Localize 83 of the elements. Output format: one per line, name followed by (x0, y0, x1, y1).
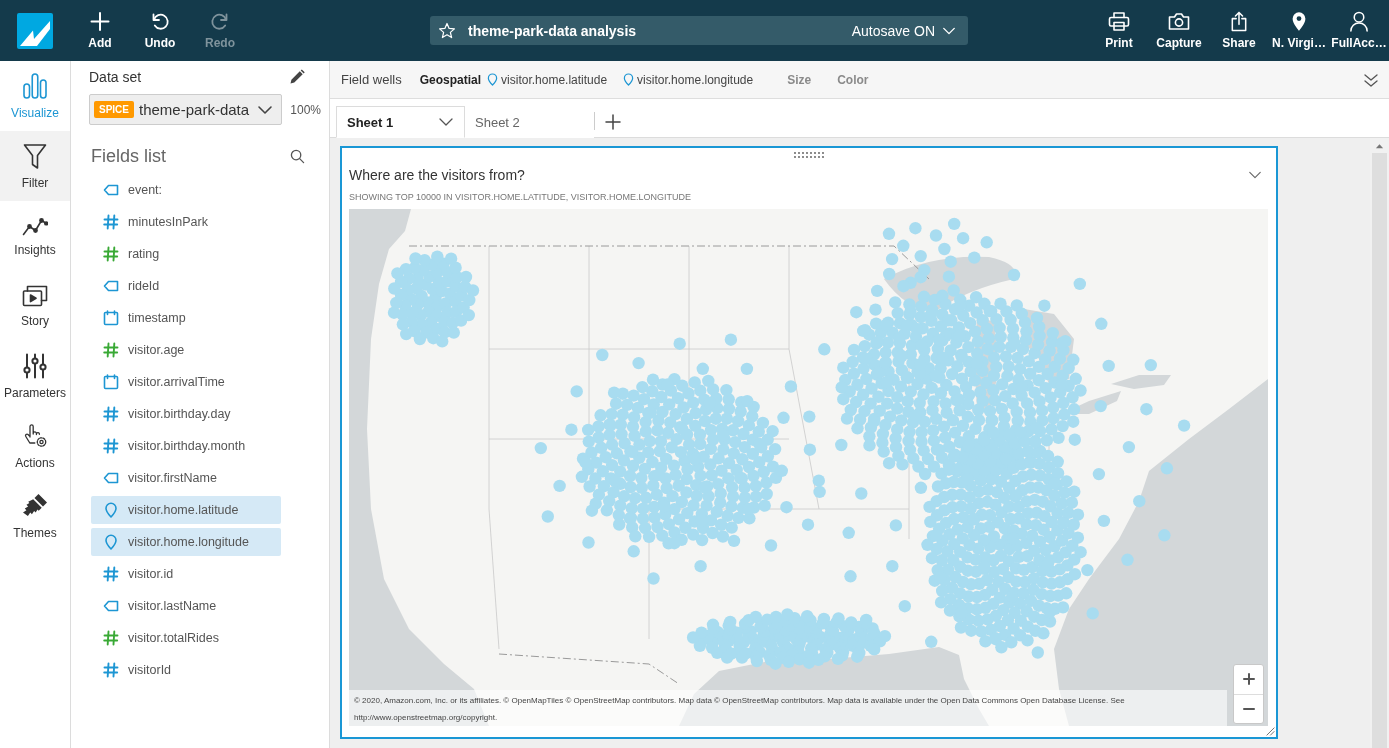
printer-icon (1108, 11, 1130, 32)
funnel-icon (23, 142, 47, 169)
toolbar-button[interactable]: Add (70, 0, 130, 61)
toolbar-button[interactable]: Share (1209, 0, 1269, 61)
location-pin-icon (103, 502, 119, 518)
toolbar-button[interactable]: Capture (1149, 0, 1209, 61)
paintbrush-icon (22, 492, 48, 519)
camera-icon (1168, 11, 1190, 32)
field-list-item[interactable]: visitor.id (91, 560, 281, 588)
tag-icon (103, 470, 119, 486)
drag-handle-icon[interactable] (793, 152, 824, 158)
field-list-item[interactable]: rideId (91, 272, 281, 300)
spice-usage: 100% (290, 102, 321, 117)
field-list-item[interactable]: visitor.home.latitude (91, 496, 281, 524)
field-list-item[interactable]: visitorId (91, 656, 281, 684)
line-graph-icon (22, 215, 48, 236)
field-list-item[interactable]: visitor.age (91, 336, 281, 364)
field-list-item[interactable]: visitor.totalRides (91, 624, 281, 652)
tag-icon (103, 278, 119, 294)
location-pin-icon (103, 534, 119, 550)
field-wells-label: Field wells (341, 72, 402, 87)
search-icon[interactable] (290, 148, 305, 164)
field-list-item[interactable]: minutesInPark (91, 208, 281, 236)
undo-icon (150, 11, 170, 32)
attribution-text: © 2020, Amazon.com, Inc. or its affiliates. © OpenMapTiles © OpenStreetMap contributors. Map data © OpenStreetMap contributors. Map data is available under the Open Data Commons Open Database License. See (354, 695, 1126, 707)
field-list-item[interactable]: visitor.arrivalTime (91, 368, 281, 396)
toolbar-button[interactable]: Undo (130, 0, 190, 61)
hash-icon (103, 566, 119, 582)
field-list-item[interactable]: visitor.birthday.month (91, 432, 281, 460)
field-list-item[interactable]: visitor.lastName (91, 592, 281, 620)
hash-icon (103, 342, 119, 358)
slides-play-icon (22, 284, 48, 307)
geospatial-well-label: Geospatial (419, 72, 482, 87)
field-list-item[interactable]: timestamp (91, 304, 281, 332)
toolbar-button[interactable]: Print (1089, 0, 1149, 61)
tag-icon (103, 598, 119, 614)
calendar-icon (103, 374, 119, 390)
bar-chart-icon (23, 72, 47, 99)
data-set-name: theme-park-data (139, 101, 250, 118)
person-icon (1349, 11, 1369, 32)
redo-icon (210, 11, 230, 32)
field-list-item[interactable]: visitor.home.longitude (91, 528, 281, 556)
hash-icon (103, 246, 119, 262)
autosave-dropdown[interactable]: Autosave ON (851, 22, 956, 39)
spice-badge: SPICE (94, 101, 134, 118)
visual-subtitle: SHOWING TOP 10000 IN VISITOR.HOME.LATITUDE, VISITOR.HOME.LONGITUDE (349, 191, 693, 203)
field-list-item[interactable]: visitor.birthday.day (91, 400, 281, 428)
fields-list-title: Fields list (91, 145, 166, 167)
well-field[interactable]: visitor.home.latitude (501, 72, 608, 87)
field-list-item[interactable]: rating (91, 240, 281, 268)
add-sheet-icon[interactable] (605, 114, 621, 130)
pencil-icon[interactable] (289, 69, 305, 85)
hash-icon (103, 214, 119, 230)
logo-icon (17, 12, 53, 49)
plus-icon (1242, 673, 1255, 686)
hash-icon (103, 630, 119, 646)
star-icon[interactable] (438, 21, 456, 40)
hand-gear-icon (22, 422, 48, 449)
copyright-link[interactable]: http://www.openstreetmap.org/copyright. (354, 709, 1222, 726)
toolbar-button[interactable]: FullAcc… (1329, 0, 1389, 61)
share-icon (1229, 11, 1249, 32)
resize-grip-icon[interactable] (1266, 727, 1275, 736)
hash-icon (103, 438, 119, 454)
toolbar-button[interactable]: N. Virgi… (1269, 0, 1329, 61)
calendar-icon (103, 310, 119, 326)
data-set-label: Data set (89, 69, 142, 85)
hash-icon (103, 662, 119, 678)
well-field[interactable]: visitor.home.longitude (637, 72, 754, 87)
field-list-item[interactable]: event: (91, 176, 281, 204)
visual-title: Where are the visitors from? (349, 167, 525, 183)
field-list-item[interactable]: visitor.firstName (91, 464, 281, 492)
sliders-icon (23, 352, 47, 379)
location-pin-icon (487, 73, 499, 86)
tag-icon (103, 182, 119, 198)
analysis-title: theme-park-data analysis (468, 22, 637, 39)
plus-icon (90, 11, 110, 32)
sheet-tab[interactable]: Sheet 1 (336, 106, 465, 138)
map-pin-icon (1291, 11, 1307, 32)
hash-icon (103, 406, 119, 422)
location-pin-icon (623, 73, 635, 86)
nav-rail-item[interactable]: Filter (0, 131, 70, 201)
data-set-dropdown[interactable]: SPICE theme-park-data (89, 94, 283, 125)
scroll-up-icon (1375, 143, 1384, 149)
